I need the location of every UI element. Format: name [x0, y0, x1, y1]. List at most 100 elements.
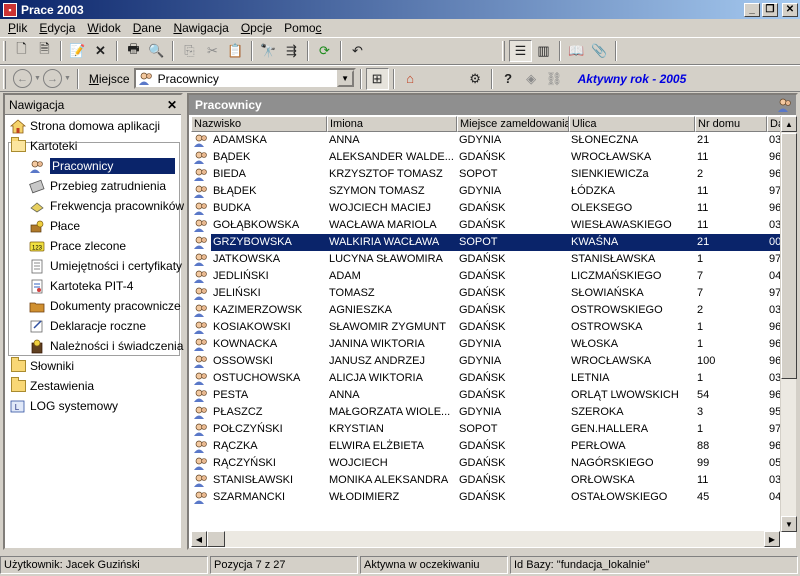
horizontal-scrollbar[interactable]: ◀ ▶ [191, 531, 780, 547]
table-row[interactable]: ADAMSKA ANNA GDYNIA SŁONECZNA 21 03 [191, 132, 782, 149]
column-header[interactable]: Nr domu [695, 116, 767, 132]
horizontal-scroll-thumb[interactable] [207, 531, 225, 547]
help-icon[interactable]: ? [497, 68, 520, 90]
undo-icon[interactable]: ↶ [346, 40, 369, 62]
column-header[interactable]: Ulica [569, 116, 695, 132]
nav-item-kartoteki[interactable]: Kartoteki [10, 136, 77, 156]
table-row[interactable]: STANISŁAWSKI MONIKA ALEKSANDRA GDAŃSK ORŁOW… [191, 472, 782, 489]
home-icon[interactable]: ⌂ [399, 68, 422, 90]
menu-widok[interactable]: Widok [81, 21, 126, 35]
refresh-icon[interactable]: ⟳ [313, 40, 336, 62]
table-row[interactable]: KOWNACKA JANINA WIKTORIA GDYNIA WŁOSKA 1 96 [191, 336, 782, 353]
employees-panel: Pracownicy Nazwisko Imiona Miejsce zameldo… [187, 93, 798, 550]
tag-icon[interactable]: ◈ [520, 68, 543, 90]
vertical-scrollbar[interactable]: ▲ ▼ [780, 116, 797, 532]
scroll-left-icon[interactable]: ◀ [191, 531, 207, 547]
table-row[interactable]: JATKOWSKA LUCYNA SŁAWOMIRA GDAŃSK STANISŁAW… [191, 251, 782, 268]
pit4-icon [29, 279, 45, 294]
toolbar-grip[interactable] [3, 68, 6, 89]
menu-dane[interactable]: Dane [127, 21, 168, 35]
find-icon[interactable]: 🔭 [257, 40, 280, 62]
close-button[interactable]: ✕ [782, 2, 798, 17]
nav-item-log-systemowy[interactable]: L LOG systemowy [10, 396, 118, 416]
cut-icon[interactable]: ✂ [201, 40, 224, 62]
nav-item-zestawienia[interactable]: Zestawienia [10, 376, 94, 396]
table-row[interactable]: GRZYBOWSKA WALKIRIA WACŁAWA SOPOT KWAŚNA 21 0… [191, 234, 782, 251]
table-row[interactable]: BUDKA WOJCIECH MACIEJ GDAŃSK OLEKSEGO 11 96 [191, 200, 782, 217]
restore-button[interactable]: ❐ [762, 2, 778, 17]
link-icon[interactable]: ⛓ [543, 68, 566, 90]
panel-view-icon[interactable]: ▥ [532, 40, 555, 62]
nav-item-prace-zlecone[interactable]: 123 Prace zlecone [29, 236, 126, 256]
menu-opcje[interactable]: Opcje [235, 21, 278, 35]
minimize-button[interactable]: _ [744, 2, 760, 17]
table-row[interactable]: GOŁĄBKOWSKA WACŁAWA MARIOLA GDAŃSK WIESŁAWA… [191, 217, 782, 234]
table-row[interactable]: JEDLIŃSKI ADAM GDAŃSK LICZMAŃSKIEGO 7 04 [191, 268, 782, 285]
table-row[interactable]: OSSOWSKI JANUSZ ANDRZEJ GDYNIA WROCŁAWSKA 10… [191, 353, 782, 370]
table-row[interactable]: POŁCZYŃSKI KRYSTIAN SOPOT GEN.HALLERA 1 97 [191, 421, 782, 438]
forward-dropdown-icon[interactable]: ▼ [64, 75, 71, 82]
scroll-down-icon[interactable]: ▼ [781, 516, 797, 532]
edit-record-icon[interactable]: 📝 [66, 40, 89, 62]
vertical-scroll-thumb[interactable] [781, 133, 797, 379]
nav-item-kartoteka-pit-4[interactable]: Kartoteka PIT-4 [29, 276, 133, 296]
list-view-icon[interactable]: ☰ [509, 40, 532, 62]
nav-item-płace[interactable]: Płace [29, 216, 80, 236]
menu-pomoc[interactable]: Pomoc [278, 21, 327, 35]
table-row[interactable]: OSTUCHOWSKA ALICJA WIKTORIA GDAŃSK LETNIA 1 0… [191, 370, 782, 387]
nav-item-label: Kartoteki [30, 139, 78, 153]
new-document-icon[interactable]: 🗋 [10, 40, 33, 62]
table-row[interactable]: RĄCZYŃSKI WOJCIECH GDAŃSK NAGÓRSKIEGO 99 05 [191, 455, 782, 472]
table-row[interactable]: PESTA ANNA GDAŃSK ORLĄT LWOWSKICH 54 96 [191, 387, 782, 404]
menu-edycja[interactable]: Edycja [33, 21, 81, 35]
close-icon[interactable]: ✕ [167, 98, 177, 112]
table-row[interactable]: KOSIAKOWSKI SŁAWOMIR ZYGMUNT GDAŃSK OSTROWS… [191, 319, 782, 336]
delete-icon[interactable]: ✕ [89, 40, 112, 62]
print-preview-icon[interactable]: 🔍 [145, 40, 168, 62]
nav-item-należności-i-świadczenia[interactable]: Należności i świadczenia [29, 336, 183, 356]
copy-icon[interactable]: ⎘ [178, 40, 201, 62]
table-cell: GDAŃSK [459, 202, 506, 214]
nav-item-umiejętności-i-certyfikaty[interactable]: Umiejętności i certyfikaty [29, 256, 182, 276]
nav-item-dokumenty-pracownicze[interactable]: Dokumenty pracownicze [29, 296, 181, 316]
nav-item-strona-domowa-aplikacji[interactable]: Strona domowa aplikacji [10, 116, 160, 136]
tree-toggle-icon[interactable]: ⊞ [365, 67, 389, 90]
table-row[interactable]: BŁĄDEK SZYMON TOMASZ GDYNIA ŁÓDZKA 11 97 [191, 183, 782, 200]
find-next-icon[interactable]: ⇶ [280, 40, 303, 62]
column-header[interactable]: Miejsce zameldowania [457, 116, 569, 132]
panel-title: Pracownicy [195, 98, 262, 112]
table-row[interactable]: SZARMANCKI WŁODIMIERZ GDAŃSK OSTAŁOWSKIEGO 4… [191, 489, 782, 506]
nav-item-deklaracje-roczne[interactable]: Deklaracje roczne [29, 316, 146, 336]
back-dropdown-icon[interactable]: ▼ [34, 75, 41, 82]
table-row[interactable]: KAZIMERZOWSK AGNIESZKA GDAŃSK OSTROWSKIEGO 2… [191, 302, 782, 319]
nav-item-frekwencja-pracowników[interactable]: Frekwencja pracowników [29, 196, 184, 216]
menu-plik[interactable]: Plik [2, 21, 33, 35]
back-icon[interactable]: ← [13, 69, 32, 88]
table-row[interactable]: BĄDEK ALEKSANDER WALDE... GDAŃSK WROCŁAWSKA… [191, 149, 782, 166]
column-header[interactable]: Imiona [327, 116, 457, 132]
table-cell: ALICJA WIKTORIA [329, 372, 423, 384]
attachment-icon[interactable]: 📎 [588, 40, 611, 62]
toolbar-grip[interactable] [502, 41, 505, 61]
print-icon[interactable]: 🖶 [122, 40, 145, 62]
column-header[interactable]: Nazwisko [191, 116, 327, 132]
forward-icon[interactable]: → [42, 69, 62, 88]
gears-icon[interactable]: ⚙ [464, 68, 487, 90]
chevron-down-icon[interactable]: ▼ [336, 70, 354, 87]
place-combo[interactable]: Pracownicy ▼ [133, 68, 356, 89]
scroll-up-icon[interactable]: ▲ [781, 116, 797, 132]
folder-icon [10, 357, 26, 374]
properties-icon[interactable]: 🗎 [33, 40, 56, 62]
scroll-right-icon[interactable]: ▶ [764, 531, 780, 547]
table-row[interactable]: BIEDA KRZYSZTOF TOMASZ SOPOT SIENKIEWICZa 2 9… [191, 166, 782, 183]
table-row[interactable]: RĄCZKA ELWIRA ELŻBIETA GDAŃSK PERŁOWA 88 96 [191, 438, 782, 455]
table-row[interactable]: JELIŃSKI TOMASZ GDAŃSK SŁOWIAŃSKA 7 97 [191, 285, 782, 302]
toolbar-grip[interactable] [3, 41, 6, 61]
nav-item-pracownicy[interactable]: Pracownicy [29, 156, 175, 176]
help-book-icon[interactable]: 📖 [565, 40, 588, 62]
table-row[interactable]: PŁASZCZ MAŁGORZATA WIOLE... GDYNIA SZEROKA 3… [191, 404, 782, 421]
paste-icon[interactable]: 📋 [224, 40, 247, 62]
menu-nawigacja[interactable]: Nawigacja [167, 21, 234, 35]
nav-item-słowniki[interactable]: Słowniki [10, 356, 74, 376]
nav-item-przebieg-zatrudnienia[interactable]: Przebieg zatrudnienia [29, 176, 166, 196]
